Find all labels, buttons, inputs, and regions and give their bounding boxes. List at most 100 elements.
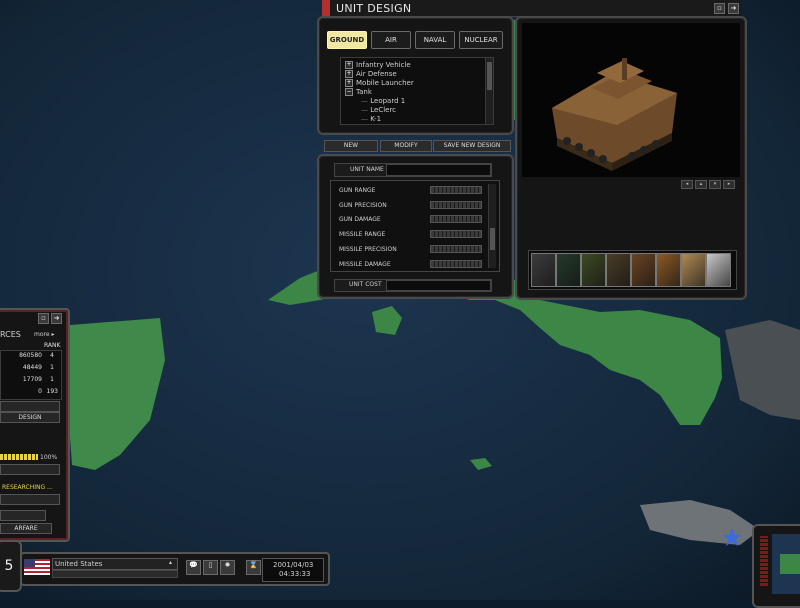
tree-item-air-defense[interactable]: + Air Defense — [345, 70, 397, 78]
alert-meter — [760, 536, 768, 586]
stat-label: MISSILE RANGE — [339, 231, 386, 238]
researching-label: RESEARCHING ... — [2, 484, 53, 491]
tree-scrollbar[interactable] — [485, 58, 493, 124]
missile-range-bar — [430, 230, 482, 238]
tree-item-leclerc[interactable]: — LeClerc — [361, 106, 396, 114]
clock-display: 2001/04/03 04:33:33 — [262, 558, 324, 582]
design-placeholder — [0, 401, 60, 412]
resource-rank: 1 — [50, 376, 54, 383]
resource-rank: 4 — [50, 352, 54, 359]
scroll-thumb[interactable] — [490, 228, 495, 250]
color-swatch[interactable] — [681, 253, 706, 287]
more-link[interactable]: more ▸ — [34, 331, 54, 338]
resources-panel: ▫ ➜ RCES more ▸ RANK 860580 4 48449 1 17… — [0, 308, 70, 542]
tree-item-label: Tank — [356, 88, 372, 96]
stat-label: MISSILE DAMAGE — [339, 261, 391, 268]
minimize-icon[interactable]: ▫ — [38, 313, 49, 324]
color-swatch[interactable] — [656, 253, 681, 287]
close-icon[interactable]: ➜ — [728, 3, 739, 14]
gun-range-bar — [430, 186, 482, 194]
rotate-right-icon[interactable]: ▸ — [723, 180, 735, 189]
new-button[interactable]: NEW — [324, 140, 378, 152]
color-swatch[interactable] — [531, 253, 556, 287]
resource-value: 48449 — [22, 364, 42, 371]
gun-precision-bar — [430, 201, 482, 209]
unit-tree: + Infantry Vehicle + Air Defense + Mobile L… — [340, 57, 494, 125]
tree-item-label: LeClerc — [370, 106, 397, 114]
unit-cost-value — [386, 280, 491, 291]
unit-name-label: UNIT NAME — [350, 166, 384, 173]
warfare-button[interactable]: ARFARE — [0, 523, 52, 534]
panel-title: RCES — [0, 330, 21, 339]
tab-nuclear[interactable]: NUCLEAR — [459, 31, 503, 49]
gear-icon[interactable]: ✹ — [220, 560, 235, 575]
expand-icon[interactable]: + — [345, 70, 353, 78]
dropdown-arrow-icon: ▴ — [169, 559, 173, 566]
color-swatch[interactable] — [631, 253, 656, 287]
modify-button[interactable]: MODIFY — [380, 140, 432, 152]
stat-label: GUN PRECISION — [339, 202, 387, 209]
country-select[interactable]: United States ▴ — [52, 558, 178, 570]
minimap-land — [780, 554, 800, 574]
unit-cost-label: UNIT COST — [349, 281, 382, 288]
us-flag-icon — [24, 559, 50, 575]
stats-scrollbar[interactable] — [488, 184, 496, 268]
country-name: United States — [55, 560, 103, 568]
tree-item-label: K-1 — [370, 115, 382, 123]
minimap[interactable] — [772, 534, 800, 594]
expand-icon[interactable]: + — [345, 61, 353, 69]
rotate-up-icon[interactable]: ▴ — [695, 180, 707, 189]
tree-item-label: Infantry Vehicle — [356, 61, 411, 69]
color-swatch[interactable] — [581, 253, 606, 287]
save-new-design-button[interactable]: SAVE NEW DESIGN — [433, 140, 511, 152]
pin-icon[interactable]: ➜ — [51, 313, 62, 324]
stat-label: MISSILE PRECISION — [339, 246, 397, 253]
book-icon[interactable]: ▯ — [203, 560, 218, 575]
expand-icon[interactable]: + — [345, 79, 353, 87]
progress-button[interactable] — [0, 464, 60, 475]
progress-bar — [0, 454, 38, 460]
game-time: 04:33:33 — [279, 570, 311, 578]
minimize-icon[interactable]: ▫ — [714, 3, 725, 14]
unit-3d-preview[interactable] — [522, 23, 740, 177]
tree-item-infantry[interactable]: + Infantry Vehicle — [345, 61, 411, 69]
warfare-button-top[interactable] — [0, 510, 46, 521]
tree-item-mobile-launcher[interactable]: + Mobile Launcher — [345, 79, 414, 87]
color-swatch[interactable] — [606, 253, 631, 287]
missile-damage-bar — [430, 260, 482, 268]
tree-item-tank[interactable]: − Tank — [345, 88, 372, 96]
resource-value: 0 — [38, 388, 42, 395]
score-widget[interactable]: 5 — [0, 540, 22, 592]
resource-value: 860580 — [19, 352, 42, 359]
stat-label: GUN RANGE — [339, 187, 376, 194]
unit-design-titlebar[interactable]: UNIT DESIGN ▫ ➜ — [322, 0, 742, 17]
chat-icon[interactable]: 💬 — [186, 560, 201, 575]
color-swatch[interactable] — [556, 253, 581, 287]
research-button[interactable] — [0, 494, 60, 505]
tree-item-label: Leopard 1 — [370, 97, 406, 105]
bottom-status-bar: 5 United States ▴ 💬 ▯ ✹ ⌛ 2001/04/03 04:… — [0, 540, 330, 600]
tree-item-leopard[interactable]: — Leopard 1 — [361, 97, 405, 105]
tree-item-label: Air Defense — [356, 70, 397, 78]
minimap-frame — [752, 524, 800, 608]
tab-naval[interactable]: NAVAL — [415, 31, 455, 49]
scroll-thumb[interactable] — [487, 62, 492, 90]
title-accent — [322, 0, 330, 16]
country-status-bar — [52, 570, 178, 578]
tree-item-label: Mobile Launcher — [356, 79, 414, 87]
design-button[interactable]: DESIGN — [0, 412, 60, 423]
tab-air[interactable]: AIR — [371, 31, 411, 49]
missile-precision-bar — [430, 245, 482, 253]
gun-damage-bar — [430, 215, 482, 223]
rank-header: RANK — [44, 342, 61, 349]
resource-rank: 193 — [46, 388, 58, 395]
tree-item-k1[interactable]: — K-1 — [361, 115, 381, 123]
tank-model-icon — [552, 58, 677, 171]
unit-name-input[interactable] — [386, 164, 491, 176]
rotate-down-icon[interactable]: ▾ — [709, 180, 721, 189]
color-swatch[interactable] — [706, 253, 731, 287]
hourglass-icon[interactable]: ⌛ — [246, 560, 261, 575]
rotate-left-icon[interactable]: ◂ — [681, 180, 693, 189]
collapse-icon[interactable]: − — [345, 88, 353, 96]
tab-ground[interactable]: GROUND — [327, 31, 367, 49]
